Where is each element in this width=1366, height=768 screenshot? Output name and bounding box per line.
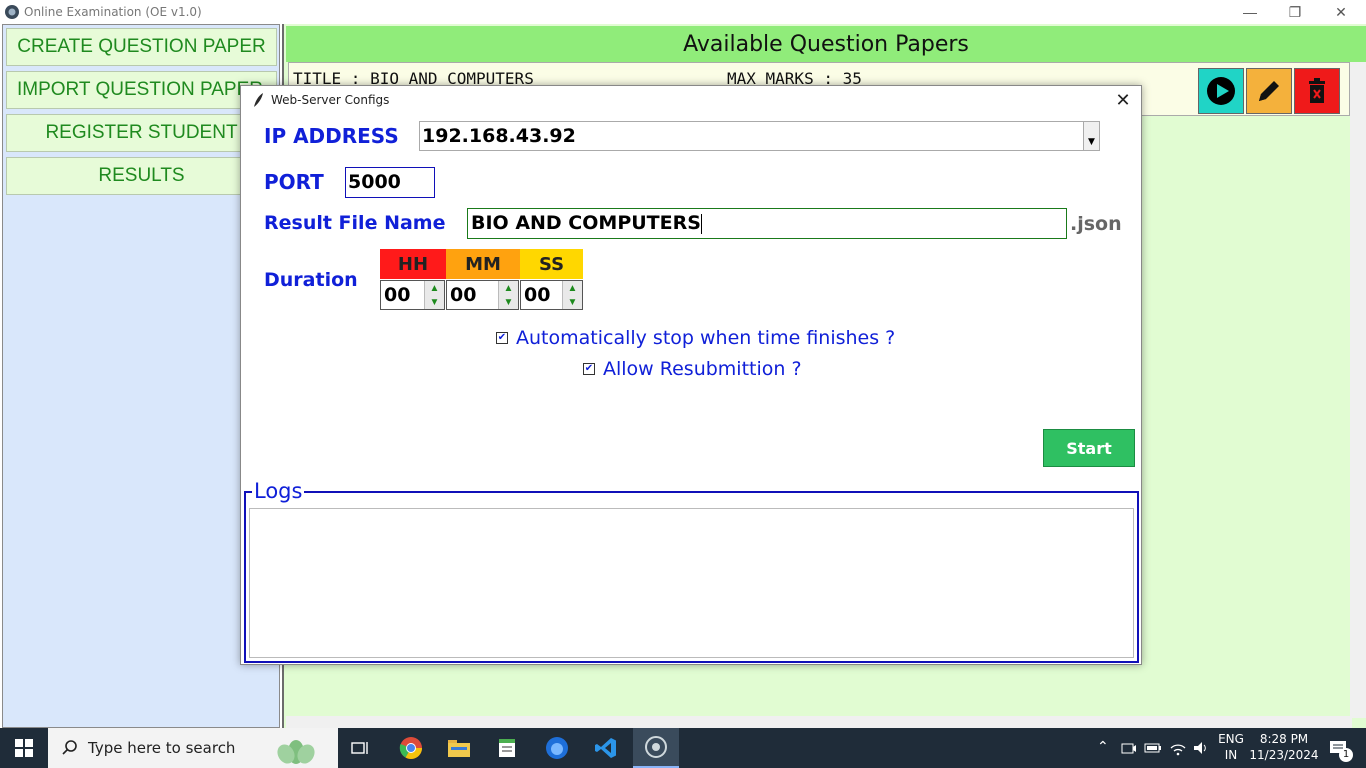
ip-address-label: IP ADDRESS (264, 124, 399, 148)
hours-value: 00 (384, 284, 411, 306)
feather-icon (254, 93, 263, 107)
hours-down-icon[interactable]: ▼ (425, 295, 444, 309)
language-code: ENG (1218, 732, 1244, 746)
json-extension: .json (1070, 213, 1122, 235)
folder-icon (448, 740, 470, 757)
import-question-paper-button[interactable]: IMPORT QUESTION PAPER (6, 71, 277, 109)
app-logo-icon (5, 5, 19, 19)
camera-icon[interactable] (1121, 741, 1137, 755)
seconds-down-icon[interactable]: ▼ (563, 295, 582, 309)
play-circle-icon (1207, 77, 1235, 105)
vscode-taskbar-button[interactable] (585, 728, 627, 768)
clock-date: 11/23/2024 (1249, 748, 1319, 762)
minutes-down-icon[interactable]: ▼ (499, 295, 518, 309)
volume-icon[interactable] (1192, 740, 1210, 756)
notification-count-badge: 1 (1339, 748, 1353, 762)
auto-stop-checkbox[interactable]: ✔ Automatically stop when time finishes … (496, 327, 895, 349)
vscode-icon (595, 738, 616, 758)
horizontal-scrollbar[interactable] (286, 716, 1352, 728)
delete-paper-button[interactable] (1294, 68, 1340, 114)
language-indicator[interactable]: ENG IN (1214, 732, 1248, 762)
clock[interactable]: 8:28 PM 11/23/2024 (1248, 732, 1320, 762)
sidebar: CREATE QUESTION PAPER IMPORT QUESTION PA… (2, 24, 280, 728)
checkbox-checked-icon[interactable]: ✔ (496, 332, 508, 344)
ip-address-value: 192.168.43.92 (422, 125, 576, 147)
chrome-taskbar-button[interactable] (390, 728, 432, 768)
seconds-up-icon[interactable]: ▲ (563, 281, 582, 295)
checkbox-checked-icon[interactable]: ✔ (583, 363, 595, 375)
file-explorer-taskbar-button[interactable] (438, 728, 480, 768)
seconds-spinbox[interactable]: 00 ▲ ▼ (520, 280, 583, 310)
start-exam-button[interactable] (1198, 68, 1244, 114)
auto-stop-label: Automatically stop when time finishes ? (516, 327, 896, 349)
ip-address-select[interactable]: 192.168.43.92 ▼ (419, 121, 1100, 151)
minutes-up-icon[interactable]: ▲ (499, 281, 518, 295)
result-file-name-input[interactable]: BIO AND COMPUTERS (467, 208, 1067, 239)
port-input[interactable]: 5000 (345, 167, 435, 198)
dialog-close-button[interactable]: ✕ (1113, 90, 1133, 110)
lotus-flower-icon (277, 740, 315, 764)
windows-logo-icon (15, 739, 33, 757)
hours-spinbox[interactable]: 00 ▲ ▼ (380, 280, 445, 310)
notification-center-button[interactable]: 1 (1320, 728, 1356, 768)
logs-label: Logs (252, 479, 305, 503)
app-title-bar: Online Examination (OE v1.0) — ❐ ✕ (0, 0, 1366, 24)
online-exam-taskbar-button[interactable] (633, 728, 679, 768)
chevron-down-icon[interactable]: ▼ (1083, 122, 1099, 150)
app-title: Online Examination (OE v1.0) (24, 5, 202, 19)
firefox-taskbar-button[interactable] (536, 728, 578, 768)
allow-resubmission-label: Allow Resubmittion ? (603, 358, 802, 380)
search-placeholder: Type here to search (88, 739, 236, 757)
taskbar: Type here to search ⌃ ENG IN 8:28 PM 11/… (0, 728, 1366, 768)
minutes-header: MM (446, 249, 520, 279)
region-code: IN (1224, 748, 1238, 762)
minutes-spinbox[interactable]: 00 ▲ ▼ (446, 280, 519, 310)
web-server-config-dialog: Web-Server Configs ✕ IP ADDRESS 192.168.… (240, 85, 1142, 665)
text-cursor (700, 213, 702, 234)
close-window-button[interactable]: ✕ (1318, 0, 1364, 24)
battery-icon[interactable] (1144, 742, 1162, 754)
seconds-header: SS (520, 249, 583, 279)
logs-textarea[interactable] (249, 508, 1134, 658)
seconds-value: 00 (524, 284, 551, 306)
start-server-button[interactable]: Start (1043, 429, 1135, 467)
register-student-button[interactable]: REGISTER STUDENT (6, 114, 277, 152)
duration-label: Duration (264, 269, 358, 291)
logs-group: Logs (244, 479, 1139, 663)
restore-button[interactable]: ❐ (1272, 0, 1318, 24)
task-view-icon (351, 742, 368, 754)
hours-header: HH (380, 249, 446, 279)
taskbar-search-box[interactable]: Type here to search (48, 728, 338, 768)
results-button[interactable]: RESULTS (6, 157, 277, 195)
firefox-icon (546, 737, 568, 759)
vertical-scrollbar[interactable] (1350, 62, 1366, 718)
clock-time: 8:28 PM (1259, 732, 1309, 746)
result-file-name-label: Result File Name (264, 212, 446, 234)
chevron-up-icon[interactable]: ⌃ (1097, 739, 1109, 755)
port-label: PORT (264, 170, 324, 194)
minutes-value: 00 (450, 284, 477, 306)
result-file-name-value: BIO AND COMPUTERS (471, 212, 701, 234)
app-logo-icon (645, 736, 667, 758)
notepad-icon (499, 739, 515, 757)
start-menu-button[interactable] (0, 728, 48, 768)
search-icon (62, 740, 77, 755)
panel-header: Available Question Papers (286, 26, 1366, 62)
create-question-paper-button[interactable]: CREATE QUESTION PAPER (6, 28, 277, 66)
editor-taskbar-button[interactable] (487, 728, 529, 768)
dialog-title-bar: Web-Server Configs (241, 86, 1141, 114)
pencil-icon (1259, 81, 1279, 101)
minimize-button[interactable]: — (1227, 0, 1273, 24)
dialog-title: Web-Server Configs (271, 93, 390, 107)
task-view-button[interactable] (340, 728, 382, 768)
trash-icon (1309, 78, 1325, 103)
edit-paper-button[interactable] (1246, 68, 1292, 114)
allow-resubmission-checkbox[interactable]: ✔ Allow Resubmittion ? (583, 358, 802, 380)
chrome-icon (399, 737, 422, 759)
wifi-icon[interactable] (1169, 740, 1187, 756)
hours-up-icon[interactable]: ▲ (425, 281, 444, 295)
